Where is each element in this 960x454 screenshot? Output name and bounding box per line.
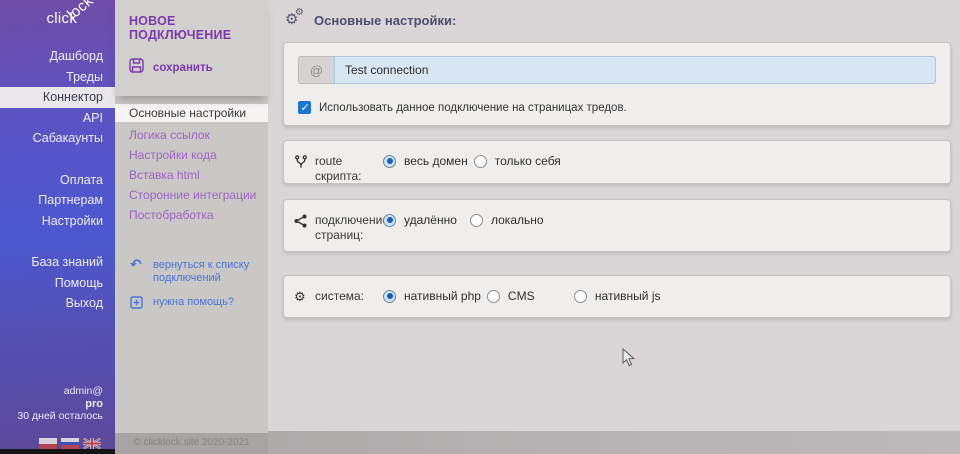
sidebar-item-help[interactable]: Помощь <box>0 273 115 294</box>
flag-uk-icon[interactable] <box>83 438 101 449</box>
share-icon <box>294 213 309 243</box>
sidebar-item-payment[interactable]: Оплата <box>0 170 115 191</box>
panel-links: ↶ вернуться к списку подключений нужна п… <box>115 259 268 313</box>
connection-name-card: @ Использовать данное подключение на стр… <box>283 42 951 126</box>
gears-icon: ⚙ ⚙ <box>285 11 305 29</box>
menu-item-basic-settings[interactable]: Основные настройки <box>115 104 268 122</box>
page-connection-card: подключение страниц: удалённо локально <box>283 199 951 252</box>
sidebar-item-logout[interactable]: Выход <box>0 293 115 314</box>
menu-item-code-settings[interactable]: Настройки кода <box>115 145 268 165</box>
panel-title: НОВОЕ ПОДКЛЮЧЕНИЕ <box>129 14 258 42</box>
nav-group-main: Дашборд Треды Коннектор API Сабакаунты <box>0 46 115 149</box>
radio-only-self[interactable] <box>474 155 487 168</box>
help-plus-icon <box>130 296 144 313</box>
panel-header: НОВОЕ ПОДКЛЮЧЕНИЕ сохранить <box>115 0 268 96</box>
connection-name-group: @ <box>298 56 936 84</box>
use-on-threads-label: Использовать данное подключение на стран… <box>319 102 627 114</box>
option-local[interactable]: локально <box>470 213 557 227</box>
script-route-label: route скрипта: <box>315 154 383 184</box>
save-floppy-icon <box>129 58 144 78</box>
fork-icon <box>294 154 309 184</box>
gear-icon: ⚙ <box>294 289 309 304</box>
need-help-link[interactable]: нужна помощь? <box>130 296 268 313</box>
radio-whole-domain[interactable] <box>383 155 396 168</box>
page-connection-options: удалённо локально <box>383 213 557 227</box>
menu-item-link-logic[interactable]: Логика ссылок <box>115 125 268 145</box>
sidebar-item-connector[interactable]: Коннектор <box>0 87 115 108</box>
back-link-label: вернуться к списку подключений <box>153 259 268 285</box>
main-content: ⚙ ⚙ Основные настройки: @ Использовать д… <box>268 0 960 454</box>
account-plan: pro <box>17 398 103 411</box>
option-native-php[interactable]: нативный php <box>383 289 487 303</box>
account-info: admin@ pro 30 дней осталось <box>17 385 103 423</box>
at-sign-icon: @ <box>298 56 334 84</box>
radio-local[interactable] <box>470 214 483 227</box>
script-route-card: route скрипта: весь домен только себя <box>283 140 951 184</box>
radio-native-php[interactable] <box>383 290 396 303</box>
help-link-label: нужна помощь? <box>153 296 234 313</box>
use-on-threads-checkbox[interactable] <box>298 101 311 114</box>
copyright-footer: © clicklock.site 2020-2021 <box>115 433 268 454</box>
sidebar-item-api[interactable]: API <box>0 108 115 129</box>
system-label-cell: ⚙ система: <box>294 289 383 304</box>
sidebar: clicklock Дашборд Треды Коннектор API Са… <box>0 0 115 454</box>
connection-name-input[interactable] <box>334 56 936 84</box>
menu-item-integrations[interactable]: Сторонние интеграции <box>115 185 268 205</box>
system-card: ⚙ система: нативный php CMS нативный js <box>283 275 951 318</box>
page-title: Основные настройки: <box>314 13 456 28</box>
account-email: admin@ <box>17 385 103 398</box>
menu-item-html-insert[interactable]: Вставка html <box>115 165 268 185</box>
use-on-threads-row[interactable]: Использовать данное подключение на стран… <box>298 101 936 114</box>
back-to-connections-link[interactable]: ↶ вернуться к списку подключений <box>130 259 268 285</box>
mouse-cursor <box>622 348 636 373</box>
bottom-band <box>268 431 960 454</box>
script-route-options: весь домен только себя <box>383 154 567 168</box>
sidebar-item-dashboard[interactable]: Дашборд <box>0 46 115 67</box>
app-logo[interactable]: clicklock <box>46 10 105 27</box>
language-switcher <box>39 438 101 449</box>
settings-menu: Основные настройки Логика ссылок Настрой… <box>115 104 268 225</box>
radio-native-js[interactable] <box>574 290 587 303</box>
save-button-label: сохранить <box>153 62 213 74</box>
bottom-edge-strip <box>0 449 115 454</box>
system-label: система: <box>315 289 364 304</box>
option-whole-domain[interactable]: весь домен <box>383 154 474 168</box>
sidebar-item-partners[interactable]: Партнерам <box>0 190 115 211</box>
undo-arrow-icon: ↶ <box>130 259 144 285</box>
page-connection-label-cell: подключение страниц: <box>294 213 383 243</box>
radio-cms[interactable] <box>487 290 500 303</box>
connection-panel: НОВОЕ ПОДКЛЮЧЕНИЕ сохранить Основные нас… <box>115 0 268 454</box>
page-connection-label: подключение страниц: <box>315 213 389 243</box>
option-only-self[interactable]: только себя <box>474 154 567 168</box>
account-days-left: 30 дней осталось <box>17 410 103 423</box>
flag-russia-icon[interactable] <box>61 438 79 449</box>
app-window: clicklock Дашборд Треды Коннектор API Са… <box>0 0 960 454</box>
system-options: нативный php CMS нативный js <box>383 289 667 303</box>
option-remote[interactable]: удалённо <box>383 213 470 227</box>
main-header: ⚙ ⚙ Основные настройки: <box>268 0 960 29</box>
sidebar-item-subaccounts[interactable]: Сабакаунты <box>0 128 115 149</box>
nav-group-help: База знаний Помощь Выход <box>0 252 115 314</box>
option-cms[interactable]: CMS <box>487 289 574 303</box>
script-route-label-cell: route скрипта: <box>294 154 383 184</box>
nav-group-account: Оплата Партнерам Настройки <box>0 170 115 232</box>
sidebar-nav: Дашборд Треды Коннектор API Сабакаунты О… <box>0 46 115 335</box>
flag-poland-icon[interactable] <box>39 438 57 449</box>
sidebar-item-settings[interactable]: Настройки <box>0 211 115 232</box>
menu-item-postprocessing[interactable]: Постобработка <box>115 205 268 225</box>
save-button[interactable]: сохранить <box>129 58 258 78</box>
radio-remote[interactable] <box>383 214 396 227</box>
sidebar-item-knowledge-base[interactable]: База знаний <box>0 252 115 273</box>
sidebar-item-threads[interactable]: Треды <box>0 67 115 88</box>
option-native-js[interactable]: нативный js <box>574 289 667 303</box>
